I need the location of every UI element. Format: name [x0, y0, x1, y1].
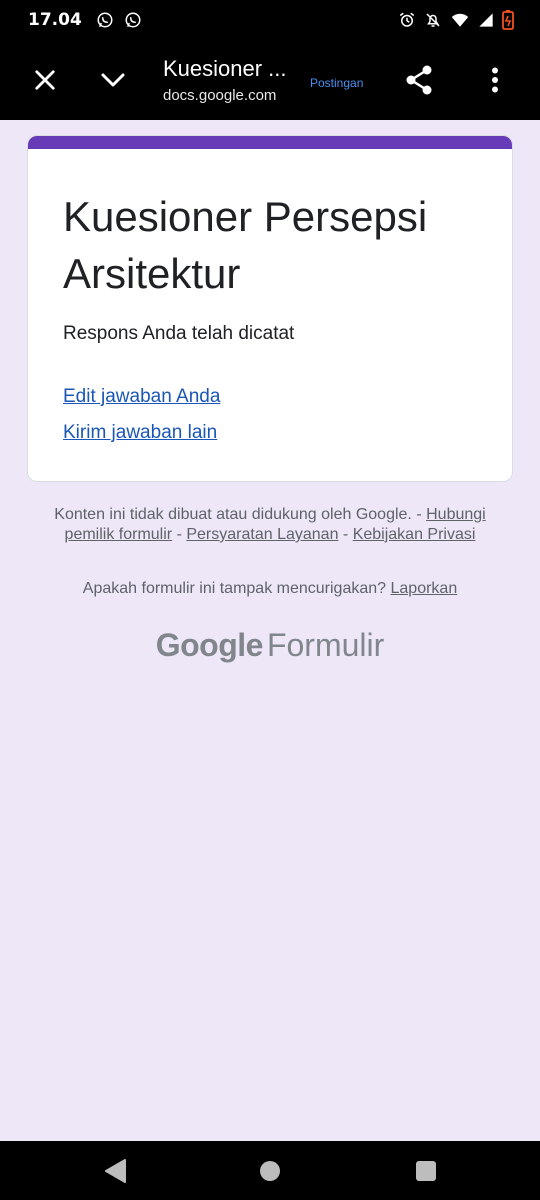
- separator: -: [342, 526, 349, 543]
- confirmation-card: Kuesioner Persepsi Arsitektur Respons An…: [27, 135, 513, 482]
- edit-response-link[interactable]: Edit jawaban Anda: [63, 386, 220, 408]
- browser-toolbar: Kuesioner ... docs.google.com Postingan: [0, 40, 540, 120]
- form-title: Kuesioner Persepsi Arsitektur: [63, 193, 428, 297]
- page-url: docs.google.com: [163, 87, 277, 104]
- more-vert-icon: [492, 67, 498, 93]
- minimize-button[interactable]: [93, 60, 133, 100]
- alarm-icon: [399, 12, 415, 27]
- recent-apps-icon: [416, 1161, 436, 1181]
- close-button[interactable]: [25, 60, 65, 100]
- google-forms-logo[interactable]: Google Formulir: [0, 627, 540, 664]
- footer-report: Apakah formulir ini tampak mencurigakan?…: [20, 580, 520, 598]
- home-icon: [260, 1161, 280, 1181]
- back-icon: [105, 1159, 126, 1183]
- home-button[interactable]: [252, 1153, 288, 1189]
- page-title: Kuesioner ...: [163, 56, 287, 81]
- posting-badge: Postingan: [310, 76, 364, 90]
- share-button[interactable]: [399, 60, 439, 100]
- status-bar: 17.04: [0, 0, 540, 40]
- close-icon: [35, 70, 55, 90]
- more-options-button[interactable]: [475, 60, 515, 100]
- notifications-off-icon: [426, 13, 440, 27]
- status-right: [398, 10, 514, 30]
- card-accent-bar: [28, 136, 512, 149]
- brand-product: Formulir: [266, 627, 385, 663]
- signal-icon: [479, 13, 493, 27]
- battery-icon: [502, 10, 514, 30]
- chevron-down-icon: [101, 73, 125, 87]
- status-left: 17.04: [28, 10, 142, 30]
- report-link[interactable]: Laporkan: [391, 580, 458, 597]
- whatsapp-icon: [97, 12, 113, 28]
- footer-disclaimer: Konten ini tidak dibuat atau didukung ol…: [40, 505, 500, 545]
- report-question: Apakah formulir ini tampak mencurigakan?: [82, 580, 387, 597]
- status-time: 17.04: [28, 10, 82, 30]
- brand-google: Google: [155, 627, 264, 663]
- recent-apps-button[interactable]: [408, 1153, 444, 1189]
- terms-link[interactable]: Persyaratan Layanan: [186, 526, 338, 543]
- share-icon: [406, 65, 432, 95]
- system-nav-bar: [0, 1141, 540, 1200]
- disclaimer-text: Konten ini tidak dibuat atau didukung ol…: [54, 506, 412, 523]
- separator: -: [176, 526, 182, 543]
- wifi-icon: [451, 13, 469, 27]
- separator: -: [416, 506, 422, 523]
- submit-another-link[interactable]: Kirim jawaban lain: [63, 422, 217, 444]
- back-button[interactable]: [97, 1153, 133, 1189]
- privacy-link[interactable]: Kebijakan Privasi: [353, 526, 476, 543]
- confirmation-message: Respons Anda telah dicatat: [63, 323, 295, 344]
- whatsapp-icon: [125, 12, 141, 28]
